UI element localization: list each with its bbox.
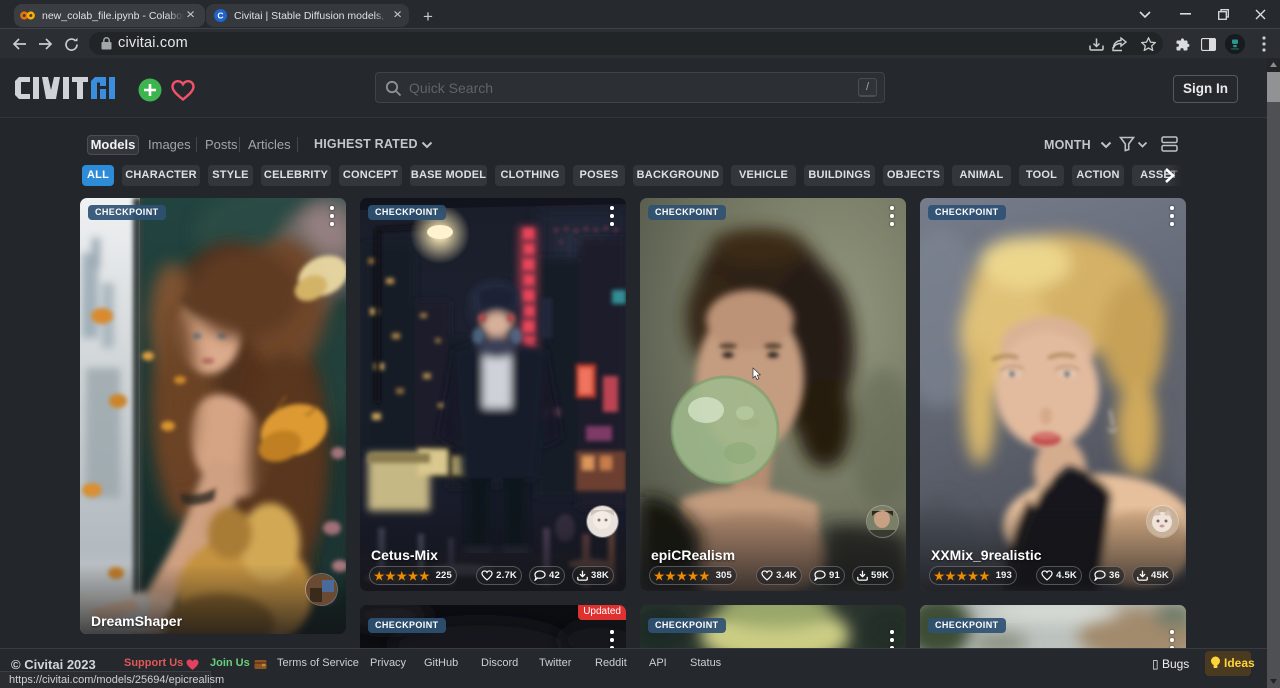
svg-text:C: C <box>217 11 223 21</box>
